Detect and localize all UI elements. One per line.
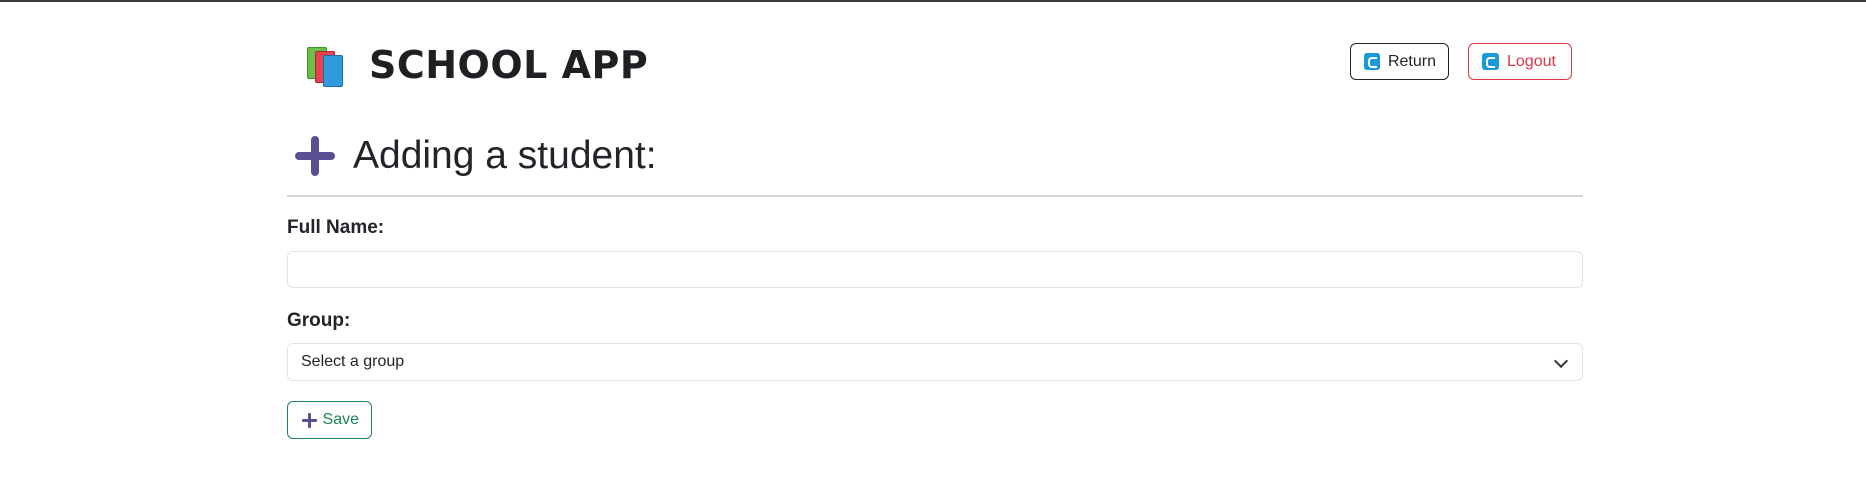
group-select-value: Select a group <box>301 353 405 370</box>
logout-button-label: Logout <box>1507 52 1556 70</box>
chevron-down-icon <box>1553 353 1569 369</box>
plus-icon <box>302 412 317 428</box>
page-heading: Adding a student: <box>293 134 657 178</box>
group-label: Group: <box>287 310 351 331</box>
logout-icon <box>1482 53 1499 70</box>
return-button-label: Return <box>1387 52 1436 70</box>
plus-icon <box>293 134 337 178</box>
logout-button[interactable]: Logout <box>1468 43 1572 80</box>
return-icon <box>1364 53 1380 70</box>
app-title: SCHOOL APP <box>369 43 649 87</box>
group-select[interactable]: Select a group <box>287 343 1583 381</box>
save-button[interactable]: Save <box>287 401 372 439</box>
full-name-input[interactable] <box>287 251 1583 288</box>
full-name-label: Full Name: <box>287 217 385 238</box>
page-title: Adding a student: <box>353 134 657 177</box>
app-brand[interactable]: SCHOOL APP <box>305 43 649 87</box>
heading-divider <box>287 195 1583 197</box>
books-icon <box>305 44 349 87</box>
top-border <box>0 0 1866 2</box>
save-button-label: Save <box>322 411 359 428</box>
return-button[interactable]: Return <box>1350 43 1449 80</box>
